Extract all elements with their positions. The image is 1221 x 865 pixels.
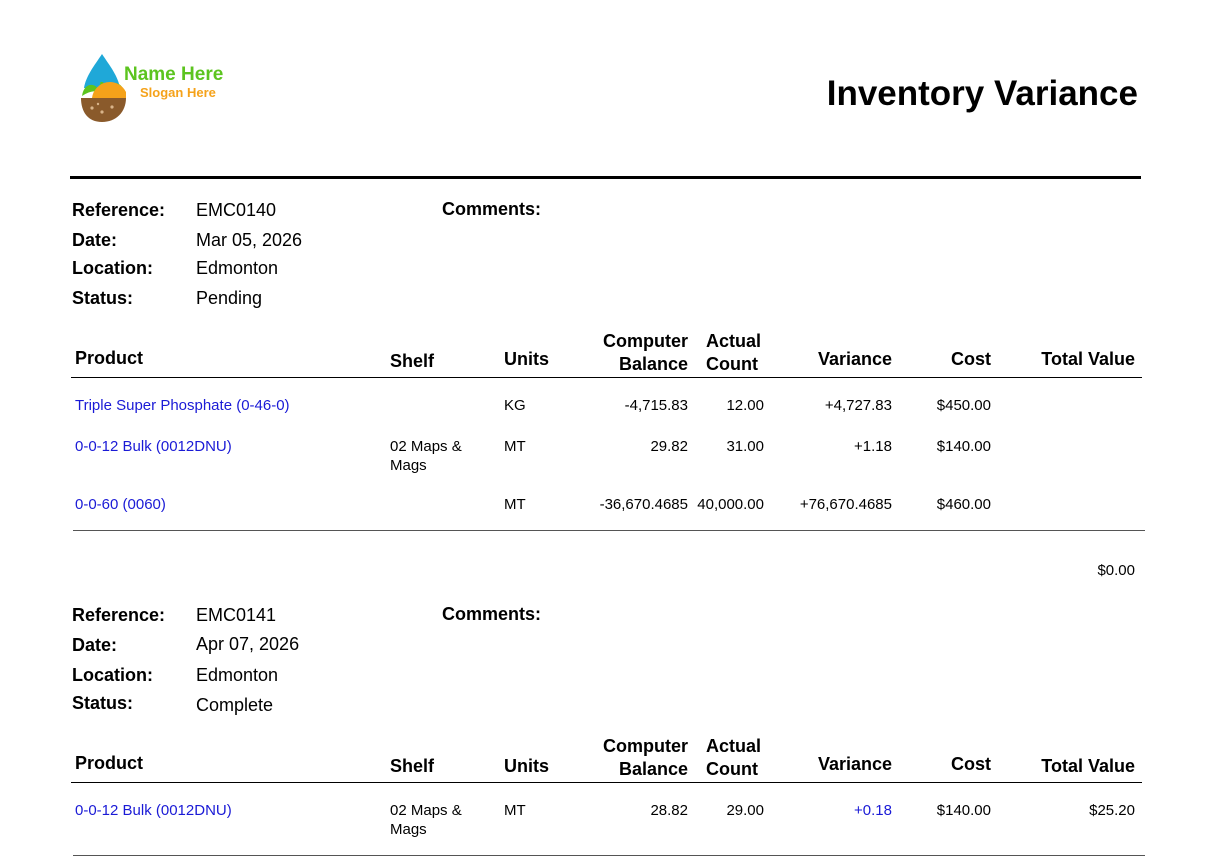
subtotal-value: $0.00 xyxy=(1097,562,1135,579)
col-computer-balance-line2: Balance xyxy=(618,759,688,779)
col-computer-balance-line1: Computer xyxy=(603,331,688,351)
units-cell: MT xyxy=(504,802,526,819)
col-variance: Variance xyxy=(817,754,892,774)
col-shelf: Shelf xyxy=(390,351,435,371)
variance-cell: +1.18 xyxy=(854,438,892,455)
product-link[interactable]: 0-0-60 (0060) xyxy=(75,495,166,514)
cost-cell: $140.00 xyxy=(936,438,991,455)
table-footer-divider xyxy=(73,855,1145,856)
product-link[interactable]: 0-0-12 Bulk (0012DNU) xyxy=(75,801,232,820)
logo-slogan: Slogan Here xyxy=(140,85,216,100)
col-units: Units xyxy=(504,349,549,369)
actual-count-cell: 12.00 xyxy=(726,397,764,414)
col-actual-count-line2: Count xyxy=(706,759,758,779)
company-logo: Name Here Slogan Here xyxy=(78,52,248,126)
col-computer-balance: Computer Balance xyxy=(603,330,688,376)
col-product: Product xyxy=(75,753,144,773)
status-value: Complete xyxy=(196,695,274,715)
table-footer-divider xyxy=(73,530,1145,531)
location-label: Location: xyxy=(72,665,153,685)
table-header-divider xyxy=(71,782,1142,783)
units-cell: MT xyxy=(504,438,526,455)
col-computer-balance-line2: Balance xyxy=(618,354,688,374)
computer-balance-cell: -36,670.4685 xyxy=(599,496,688,513)
col-actual-count: Actual Count xyxy=(706,330,761,376)
product-link[interactable]: Triple Super Phosphate (0-46-0) xyxy=(75,396,290,415)
actual-count-cell: 40,000.00 xyxy=(697,496,764,513)
logo-name: Name Here xyxy=(124,64,224,85)
col-total-value: Total Value xyxy=(1041,349,1135,369)
cost-cell: $450.00 xyxy=(936,397,991,414)
computer-balance-cell: 28.82 xyxy=(650,802,688,819)
total-value-cell: $25.20 xyxy=(1089,802,1135,819)
col-total-value: Total Value xyxy=(1041,756,1135,776)
status-label: Status: xyxy=(72,693,134,713)
col-computer-balance: Computer Balance xyxy=(603,735,688,781)
status-label: Status: xyxy=(72,288,134,308)
logo-drop-icon xyxy=(81,54,126,122)
computer-balance-cell: -4,715.83 xyxy=(624,397,688,414)
status-value: Pending xyxy=(196,288,263,308)
units-cell: MT xyxy=(504,496,526,513)
date-label: Date: xyxy=(72,230,118,250)
cost-cell: $460.00 xyxy=(936,496,991,513)
col-computer-balance-line1: Computer xyxy=(603,736,688,756)
reference-label: Reference: xyxy=(72,605,166,625)
reference-value: EMC0141 xyxy=(196,605,277,625)
title-divider xyxy=(70,176,1141,179)
date-label: Date: xyxy=(72,635,118,655)
col-units: Units xyxy=(504,756,549,776)
col-cost: Cost xyxy=(951,754,991,774)
date-value: Apr 07, 2026 xyxy=(196,634,300,654)
product-link[interactable]: 0-0-12 Bulk (0012DNU) xyxy=(75,437,232,456)
date-value: Mar 05, 2026 xyxy=(196,230,303,250)
col-cost: Cost xyxy=(951,349,991,369)
shelf-cell: 02 Maps & Mags xyxy=(390,438,462,474)
col-actual-count-line1: Actual xyxy=(706,736,762,756)
location-value: Edmonton xyxy=(196,258,279,278)
col-actual-count: Actual Count xyxy=(706,735,761,781)
actual-count-cell: 29.00 xyxy=(726,802,764,819)
col-product: Product xyxy=(75,348,144,368)
table-header-divider xyxy=(71,377,1142,378)
col-shelf: Shelf xyxy=(390,756,435,776)
col-actual-count-line2: Count xyxy=(706,354,758,374)
variance-cell: +76,670.4685 xyxy=(799,496,892,513)
variance-link[interactable]: +0.18 xyxy=(854,801,892,820)
col-variance: Variance xyxy=(817,349,892,369)
shelf-cell: 02 Maps & Mags xyxy=(390,802,462,838)
reference-value: EMC0140 xyxy=(196,200,277,220)
comments-label: Comments: xyxy=(442,199,542,219)
location-value: Edmonton xyxy=(196,665,279,685)
reference-label: Reference: xyxy=(72,200,166,220)
units-cell: KG xyxy=(504,397,526,414)
comments-label: Comments: xyxy=(442,604,542,624)
cost-cell: $140.00 xyxy=(936,802,991,819)
variance-cell: +4,727.83 xyxy=(824,397,892,414)
col-actual-count-line1: Actual xyxy=(706,331,762,351)
actual-count-cell: 31.00 xyxy=(726,438,764,455)
location-label: Location: xyxy=(72,258,153,278)
computer-balance-cell: 29.82 xyxy=(650,438,688,455)
report-title: Inventory Variance xyxy=(826,74,1138,113)
